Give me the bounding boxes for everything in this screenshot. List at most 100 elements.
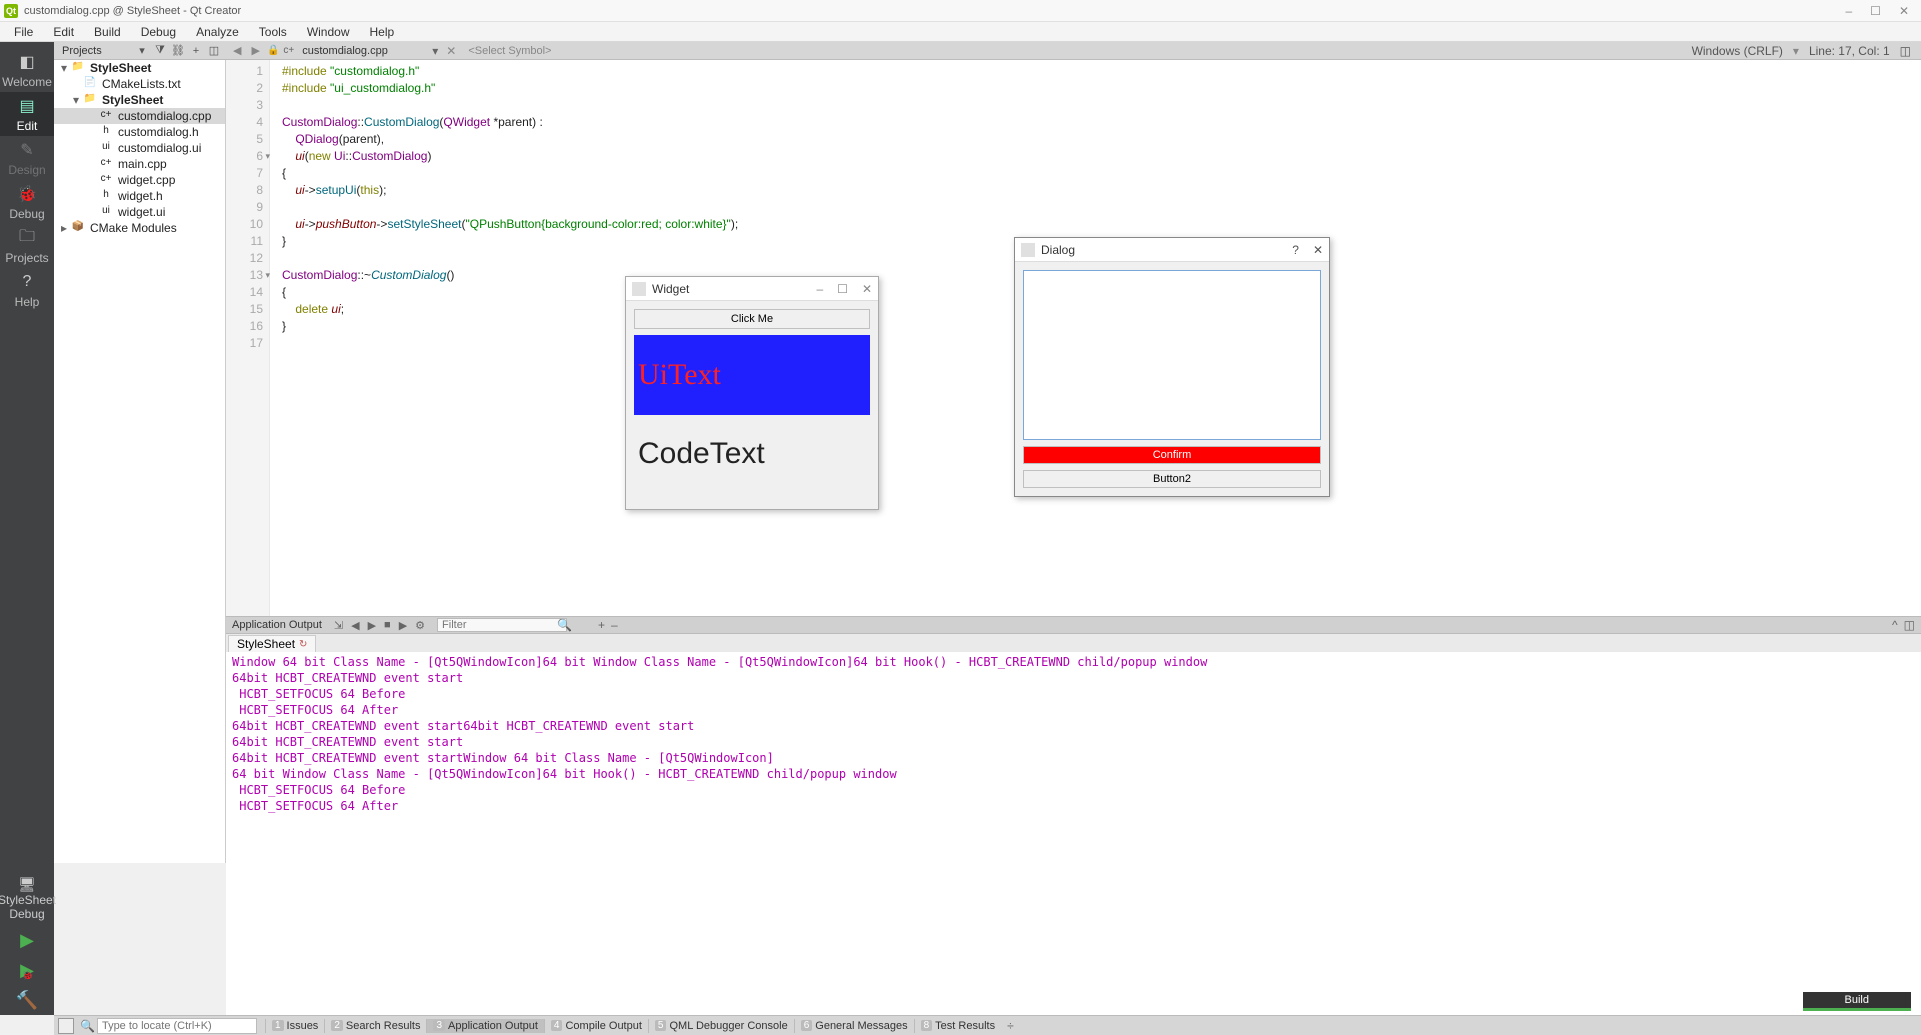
bottom-tab-issues[interactable]: 1Issues xyxy=(265,1019,324,1033)
tree-item-widget-h[interactable]: hwidget.h xyxy=(54,188,225,204)
filter-funnel-icon[interactable]: ⧩ xyxy=(152,43,168,59)
output-title: Application Output xyxy=(232,619,322,631)
stop-icon[interactable]: ■ xyxy=(384,619,391,631)
tree-item-customdialog-h[interactable]: hcustomdialog.h xyxy=(54,124,225,140)
filter-icon[interactable]: ▾ xyxy=(134,43,150,59)
mode-selector: ◧Welcome▤Edit✎Design🐞Debug🗀Projects?Help… xyxy=(0,42,54,1015)
run-debug-button[interactable]: ▶🐞 xyxy=(0,955,54,985)
welcome-icon: ◧ xyxy=(16,51,38,73)
output-filter-input[interactable] xyxy=(437,618,567,632)
remove-output-icon[interactable]: – xyxy=(611,618,618,632)
tree-item-stylesheet[interactable]: ▾📁StyleSheet xyxy=(54,60,225,76)
projects-pane-header: Projects ▾ ⧩ ⛓ + ◫ xyxy=(54,42,226,60)
widget-app-icon xyxy=(632,282,646,296)
bottom-tab-compile-output[interactable]: 4Compile Output xyxy=(544,1019,648,1033)
mode-help[interactable]: ?Help xyxy=(0,268,54,312)
split-editor-icon[interactable]: ◫ xyxy=(1900,44,1911,58)
output-text[interactable]: Window 64 bit Class Name - [Qt5QWindowIc… xyxy=(226,652,1921,1015)
link-icon[interactable]: ⛓ xyxy=(170,43,186,59)
prev-icon[interactable]: ◀ xyxy=(351,619,359,632)
menu-edit[interactable]: Edit xyxy=(45,23,82,41)
locator-input[interactable] xyxy=(97,1018,257,1034)
add-icon[interactable]: + xyxy=(188,43,204,59)
projects-label: Projects xyxy=(54,45,110,57)
attach-icon[interactable]: ⇲ xyxy=(334,619,343,632)
add-output-icon[interactable]: + xyxy=(598,618,605,632)
dialog-title: Dialog xyxy=(1041,243,1075,257)
widget-close-icon[interactable]: ✕ xyxy=(862,282,872,296)
output-tab-close-icon[interactable]: ↻ xyxy=(299,639,307,650)
close-icon[interactable]: ✕ xyxy=(1899,4,1909,18)
click-me-button[interactable]: Click Me xyxy=(634,309,870,329)
kit-selector[interactable]: 🖥StyleSheetDebug xyxy=(0,872,58,925)
mode-edit[interactable]: ▤Edit xyxy=(0,92,54,136)
dialog-window: Dialog ? ✕ Confirm Button2 xyxy=(1014,237,1330,497)
tree-item-customdialog-ui[interactable]: uicustomdialog.ui xyxy=(54,140,225,156)
menu-debug[interactable]: Debug xyxy=(133,23,184,41)
output-tabs: StyleSheet ↻ xyxy=(226,634,1921,652)
file-dropdown-icon[interactable]: ▾ xyxy=(432,44,438,58)
run-button[interactable]: ▶ xyxy=(0,925,54,955)
bottom-tab-application-output[interactable]: 3Application Output xyxy=(426,1019,543,1033)
bottom-tab-qml-debugger-console[interactable]: 5QML Debugger Console xyxy=(648,1019,794,1033)
file-selector[interactable]: customdialog.cpp xyxy=(298,45,428,57)
tree-item-cmakelists-txt[interactable]: 📄CMakeLists.txt xyxy=(54,76,225,92)
menu-build[interactable]: Build xyxy=(86,23,129,41)
mode-debug[interactable]: 🐞Debug xyxy=(0,180,54,224)
dialog-titlebar[interactable]: Dialog ? ✕ xyxy=(1015,238,1329,262)
line-gutter: 12345▾6789101112▾1314151617 xyxy=(226,60,270,616)
next-icon[interactable]: ▶ xyxy=(368,619,376,632)
output-pane-header: Application Output ⇲ ◀ ▶ ■ ▶ ⚙ 🔍 + – ^ ◫ xyxy=(226,616,1921,634)
encoding-dropdown-icon[interactable]: ▾ xyxy=(1793,44,1799,58)
output-tab-stylesheet[interactable]: StyleSheet ↻ xyxy=(228,635,316,652)
dialog-textedit[interactable] xyxy=(1023,270,1321,440)
widget-maximize-icon[interactable]: ☐ xyxy=(837,282,848,296)
tree-item-customdialog-cpp[interactable]: c+customdialog.cpp xyxy=(54,108,225,124)
mode-design: ✎Design xyxy=(0,136,54,180)
widget-minimize-icon[interactable]: – xyxy=(816,282,823,296)
button2-button[interactable]: Button2 xyxy=(1023,470,1321,488)
project-tree[interactable]: ▾📁StyleSheet📄CMakeLists.txt▾📁StyleSheetc… xyxy=(54,60,226,863)
bottom-tab-general-messages[interactable]: 6General Messages xyxy=(794,1019,914,1033)
minimize-icon[interactable]: – xyxy=(1845,4,1852,18)
mode-welcome[interactable]: ◧Welcome xyxy=(0,48,54,92)
widget-titlebar[interactable]: Widget – ☐ ✕ xyxy=(626,277,878,301)
symbol-selector[interactable]: <Select Symbol> xyxy=(464,45,555,57)
output-expand-icon[interactable]: ^ xyxy=(1892,618,1898,632)
edit-icon: ▤ xyxy=(16,95,38,117)
bottom-tab-search-results[interactable]: 2Search Results xyxy=(324,1019,426,1033)
window-controls: – ☐ ✕ xyxy=(1845,4,1917,18)
close-file-icon[interactable]: ✕ xyxy=(442,44,460,58)
pane-toggle-icon[interactable] xyxy=(58,1018,74,1034)
nav-back-icon[interactable]: ◀ xyxy=(230,44,244,57)
mode-projects[interactable]: 🗀Projects xyxy=(0,224,54,268)
widget-window: Widget – ☐ ✕ Click Me UiText CodeText xyxy=(625,276,879,510)
lock-icon[interactable]: 🔒 xyxy=(267,45,279,56)
more-tabs-icon[interactable]: ÷ xyxy=(1001,1019,1020,1033)
tree-item-main-cpp[interactable]: c+main.cpp xyxy=(54,156,225,172)
dialog-close-icon[interactable]: ✕ xyxy=(1313,243,1323,257)
menu-file[interactable]: File xyxy=(6,23,41,41)
encoding-label[interactable]: Windows (CRLF) xyxy=(1692,44,1783,58)
tree-item-stylesheet[interactable]: ▾📁StyleSheet xyxy=(54,92,225,108)
menu-tools[interactable]: Tools xyxy=(251,23,295,41)
tree-item-widget-ui[interactable]: uiwidget.ui xyxy=(54,204,225,220)
menu-help[interactable]: Help xyxy=(362,23,403,41)
filter-search-icon[interactable]: 🔍 xyxy=(557,618,572,632)
confirm-button[interactable]: Confirm xyxy=(1023,446,1321,464)
rerun-icon[interactable]: ▶ xyxy=(399,619,407,632)
settings-icon[interactable]: ⚙ xyxy=(415,619,425,632)
build-button[interactable]: Build xyxy=(1803,992,1911,1011)
tree-item-widget-cpp[interactable]: c+widget.cpp xyxy=(54,172,225,188)
bottom-tab-test-results[interactable]: 8Test Results xyxy=(914,1019,1001,1033)
split-icon[interactable]: ◫ xyxy=(206,43,222,59)
menu-analyze[interactable]: Analyze xyxy=(188,23,247,41)
tree-item-cmake-modules[interactable]: ▸📦CMake Modules xyxy=(54,220,225,236)
output-maximize-icon[interactable]: ◫ xyxy=(1904,618,1915,632)
dialog-help-icon[interactable]: ? xyxy=(1292,243,1299,257)
file-type-icon: c+ xyxy=(283,45,294,56)
nav-fwd-icon[interactable]: ▶ xyxy=(248,44,262,57)
maximize-icon[interactable]: ☐ xyxy=(1870,4,1881,18)
menu-window[interactable]: Window xyxy=(299,23,358,41)
build-button[interactable]: 🔨 xyxy=(0,985,54,1015)
